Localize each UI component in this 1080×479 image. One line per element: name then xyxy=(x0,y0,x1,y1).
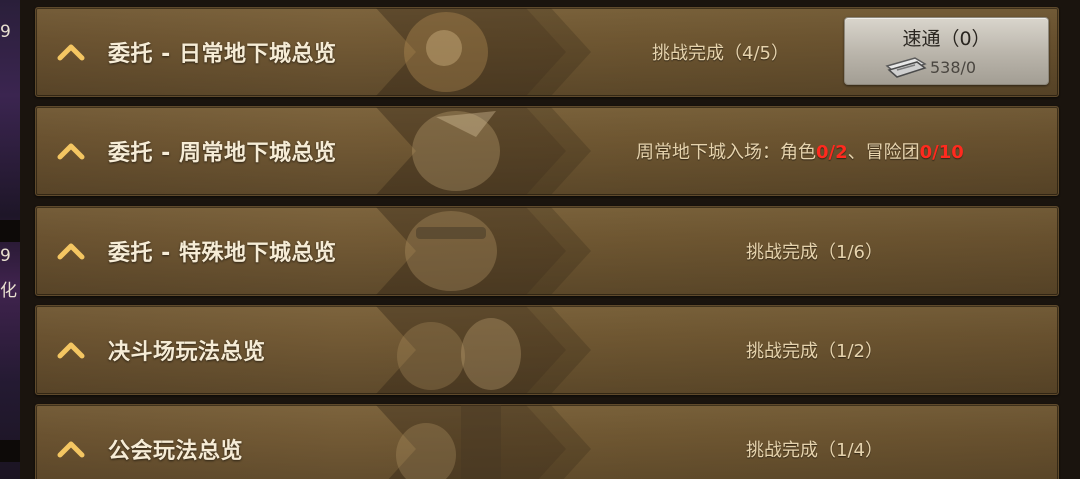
character-art-banner xyxy=(376,405,591,479)
challenge-progress: 挑战完成（1/4） xyxy=(746,440,883,461)
overview-screen: 9 9 化 委托 - 日常地下城总览 挑战完成（4/5） 速通（0） 538/0 xyxy=(0,0,1080,479)
row-title: 决斗场玩法总览 xyxy=(108,340,266,365)
weekly-entry-prefix: 周常地下城入场：角色 xyxy=(636,142,816,163)
character-art-banner xyxy=(376,8,591,96)
row-title: 委托 - 特殊地下城总览 xyxy=(108,241,337,266)
row-title: 公会玩法总览 xyxy=(108,439,244,464)
weekly-entry-separator: 、冒险团 xyxy=(847,142,920,163)
character-art-banner xyxy=(376,207,591,295)
chevron-up-icon[interactable] xyxy=(56,42,86,62)
daily-dungeon-overview-row[interactable]: 委托 - 日常地下城总览 挑战完成（4/5） 速通（0） 538/0 xyxy=(35,7,1059,97)
character-art-banner xyxy=(376,306,591,394)
weekly-entry-status: 周常地下城入场：角色0/2、冒险团0/10 xyxy=(636,138,964,164)
challenge-progress: 挑战完成（1/6） xyxy=(746,242,883,263)
chevron-up-icon[interactable] xyxy=(56,141,86,161)
speed-clear-button[interactable]: 速通（0） 538/0 xyxy=(844,17,1049,85)
challenge-progress: 挑战完成（4/5） xyxy=(652,43,789,64)
character-entry-count: 0/2 xyxy=(816,142,848,163)
chevron-up-icon[interactable] xyxy=(56,439,86,459)
edge-divider xyxy=(0,440,20,462)
row-title: 委托 - 周常地下城总览 xyxy=(108,141,337,166)
character-art-banner xyxy=(376,107,591,195)
arena-overview-row[interactable]: 决斗场玩法总览 挑战完成（1/2） xyxy=(35,305,1059,395)
weekly-dungeon-overview-row[interactable]: 委托 - 周常地下城总览 周常地下城入场：角色0/2、冒险团0/10 xyxy=(35,106,1059,196)
edge-divider xyxy=(0,220,20,242)
guild-overview-row[interactable]: 公会玩法总览 挑战完成（1/4） xyxy=(35,404,1059,479)
previous-panel-edge: 9 9 化 xyxy=(0,0,20,479)
ticket-count: 538/0 xyxy=(930,58,977,77)
edge-badge: 化 xyxy=(0,281,17,301)
chevron-up-icon[interactable] xyxy=(56,241,86,261)
special-dungeon-overview-row[interactable]: 委托 - 特殊地下城总览 挑战完成（1/6） xyxy=(35,206,1059,296)
challenge-progress: 挑战完成（1/2） xyxy=(746,341,883,362)
chevron-up-icon[interactable] xyxy=(56,340,86,360)
speed-clear-label: 速通（0） xyxy=(902,28,991,50)
edge-badge: 9 xyxy=(0,246,11,266)
ticket-icon xyxy=(885,57,927,78)
team-entry-count: 0/10 xyxy=(919,142,964,163)
row-title: 委托 - 日常地下城总览 xyxy=(108,42,337,67)
edge-badge: 9 xyxy=(0,22,11,42)
